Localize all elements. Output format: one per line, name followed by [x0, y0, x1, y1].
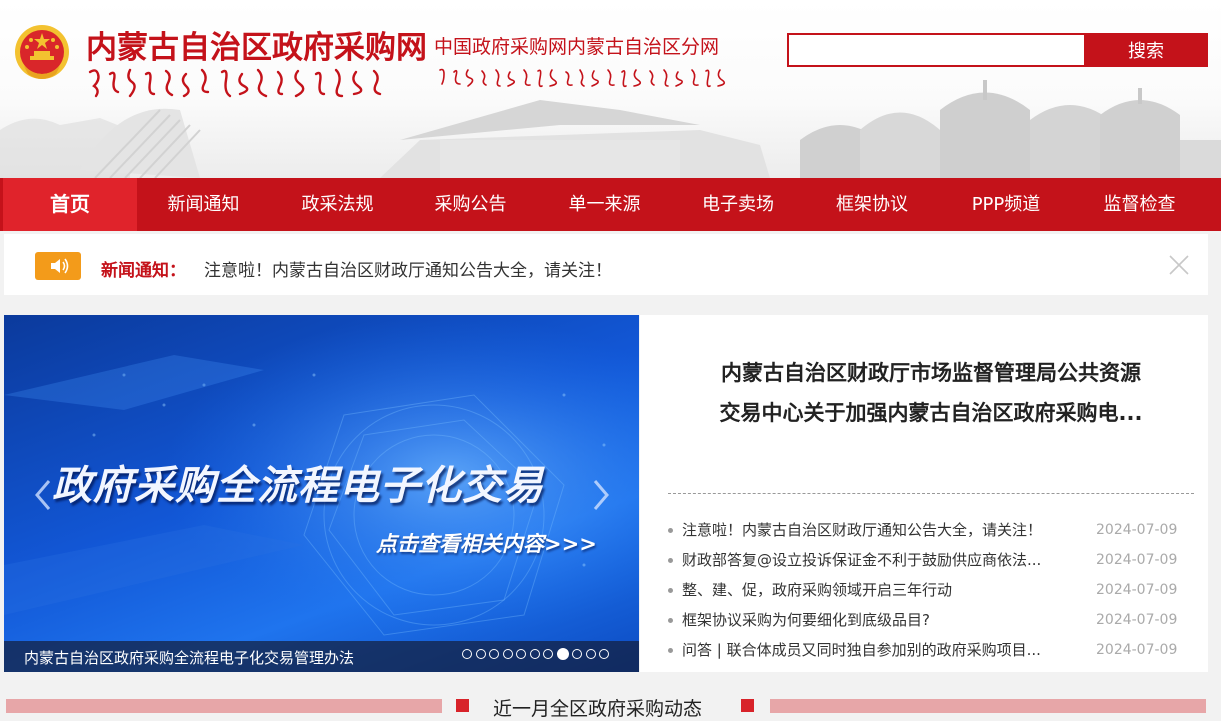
- bullet-icon: [668, 528, 673, 533]
- chevron-left-icon[interactable]: [32, 478, 54, 512]
- carousel-dot[interactable]: [475, 649, 486, 659]
- mongolian-script-logo: [88, 68, 382, 98]
- carousel-dot[interactable]: [572, 649, 582, 659]
- bullet-icon: [668, 618, 673, 623]
- carousel-dot[interactable]: [489, 649, 499, 659]
- nav-item-home[interactable]: 首页: [0, 178, 140, 231]
- section-square-icon: [741, 699, 754, 712]
- section-divider-right: [770, 699, 1206, 713]
- site-subtitle: 中国政府采购网内蒙古自治区分网: [434, 36, 720, 58]
- section-title: 近一月全区政府采购动态: [493, 698, 703, 720]
- news-date: 2024-07-09: [1096, 642, 1178, 658]
- list-item[interactable]: 整、建、促，政府采购领域开启三年行动 2024-07-09: [668, 575, 1198, 605]
- list-item[interactable]: 财政部答复@设立投诉保证金不利于鼓励供应商依法... 2024-07-09: [668, 545, 1198, 575]
- notice-bar: 新闻通知： 注意啦！内蒙古自治区财政厅通知公告大全，请关注！: [4, 234, 1208, 295]
- news-date: 2024-07-09: [1096, 552, 1178, 568]
- list-item[interactable]: 框架协议采购为何要细化到底级品目? 2024-07-09: [668, 605, 1198, 635]
- news-title[interactable]: 问答 | 联合体成员又同时独自参加别的政府采购项目...: [682, 635, 1072, 665]
- news-title[interactable]: 财政部答复@设立投诉保证金不利于鼓励供应商依法...: [682, 545, 1072, 575]
- nav-item-supervision[interactable]: 监督检查: [1068, 178, 1211, 231]
- carousel-dot[interactable]: [529, 649, 540, 659]
- news-title[interactable]: 注意啦！内蒙古自治区财政厅通知公告大全，请关注！: [682, 515, 1072, 545]
- nav-item-e-mall[interactable]: 电子卖场: [676, 178, 800, 231]
- carousel-caption-bar: 内蒙古自治区政府采购全流程电子化交易管理办法: [4, 641, 639, 672]
- main-nav: 首页 新闻通知 政采法规 采购公告 单一来源 电子卖场 框架协议 PPP频道 监…: [0, 178, 1221, 231]
- search-input[interactable]: [787, 33, 1090, 67]
- nav-item-regulations[interactable]: 政采法规: [267, 178, 408, 231]
- banner-cta-link[interactable]: 点击查看相关内容>>>: [376, 528, 597, 558]
- notice-label: 新闻通知：: [101, 261, 186, 281]
- nav-item-single-source[interactable]: 单一来源: [533, 178, 676, 231]
- carousel-dot[interactable]: [585, 649, 596, 659]
- carousel-dot[interactable]: [556, 648, 569, 660]
- site-header: 内蒙古自治区政府采购网 中国政府采购网内蒙古自治区分网 搜索: [0, 0, 1221, 178]
- news-title[interactable]: 框架协议采购为何要细化到底级品目?: [682, 605, 1072, 635]
- search-button[interactable]: 搜索: [1084, 33, 1208, 67]
- bullet-icon: [668, 648, 673, 653]
- news-panel: 内蒙古自治区财政厅市场监督管理局公共资源交易中心关于加强内蒙古自治区政府采购电.…: [640, 315, 1208, 672]
- nav-item-framework-agreement[interactable]: 框架协议: [800, 178, 944, 231]
- news-title[interactable]: 整、建、促，政府采购领域开启三年行动: [682, 575, 1072, 605]
- carousel-dot[interactable]: [543, 649, 553, 659]
- chevron-right-icon[interactable]: [590, 478, 612, 512]
- banner-headline: 政府采购全流程电子化交易: [52, 463, 544, 509]
- bullet-icon: [668, 558, 673, 563]
- section-divider-left: [6, 699, 442, 713]
- news-list: 注意啦！内蒙古自治区财政厅通知公告大全，请关注！ 2024-07-09 财政部答…: [668, 515, 1198, 665]
- nav-item-procurement-notices[interactable]: 采购公告: [408, 178, 533, 231]
- mongolian-script-subtitle: [439, 68, 726, 88]
- notice-text[interactable]: 注意啦！内蒙古自治区财政厅通知公告大全，请关注！: [204, 256, 612, 281]
- speaker-icon: [35, 252, 81, 280]
- carousel-dot[interactable]: [599, 649, 609, 659]
- national-emblem-icon: [15, 25, 69, 79]
- site-title: 内蒙古自治区政府采购网: [86, 30, 427, 66]
- carousel-dot[interactable]: [502, 649, 513, 659]
- divider: [668, 493, 1194, 494]
- bullet-icon: [668, 588, 673, 593]
- news-date: 2024-07-09: [1096, 522, 1178, 538]
- close-icon[interactable]: [1168, 254, 1190, 276]
- news-date: 2024-07-09: [1096, 612, 1178, 628]
- carousel-dot[interactable]: [516, 649, 526, 659]
- nav-item-ppp[interactable]: PPP频道: [944, 178, 1068, 231]
- nav-item-news[interactable]: 新闻通知: [140, 178, 267, 231]
- list-item[interactable]: 问答 | 联合体成员又同时独自参加别的政府采购项目... 2024-07-09: [668, 635, 1198, 665]
- carousel-caption[interactable]: 内蒙古自治区政府采购全流程电子化交易管理办法: [24, 647, 354, 668]
- section-square-icon: [456, 699, 469, 712]
- featured-headline[interactable]: 内蒙古自治区财政厅市场监督管理局公共资源交易中心关于加强内蒙古自治区政府采购电.…: [716, 353, 1146, 433]
- carousel-dot[interactable]: [462, 649, 472, 659]
- news-date: 2024-07-09: [1096, 582, 1178, 598]
- list-item[interactable]: 注意啦！内蒙古自治区财政厅通知公告大全，请关注！ 2024-07-09: [668, 515, 1198, 545]
- search-box: 搜索: [787, 33, 1208, 67]
- carousel-dots: [462, 648, 613, 660]
